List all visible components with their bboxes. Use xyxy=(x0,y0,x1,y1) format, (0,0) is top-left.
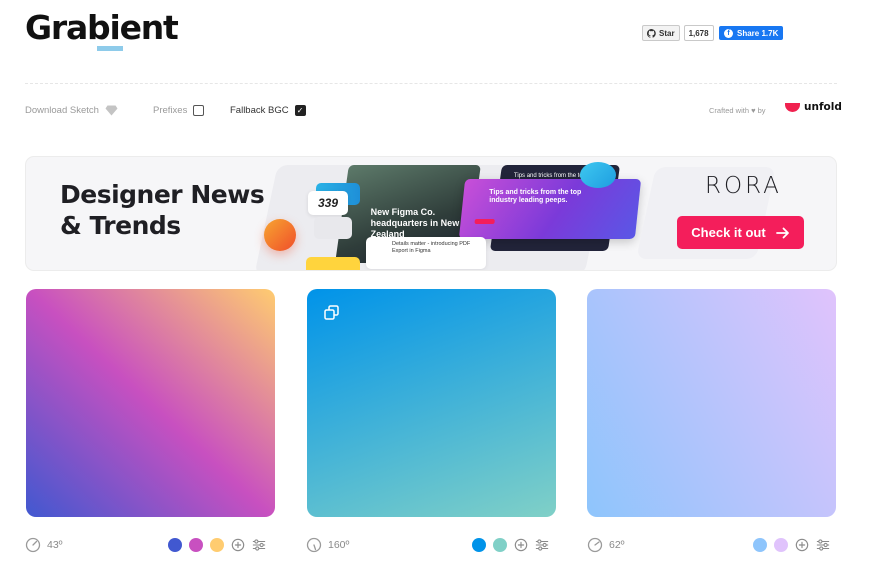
download-sketch-link[interactable]: Download Sketch xyxy=(25,103,118,117)
card-tools xyxy=(472,536,549,554)
angle-value: 62º xyxy=(609,539,625,551)
gradient-card[interactable] xyxy=(26,289,275,517)
angle-dial-icon xyxy=(25,537,41,553)
collage-card-text: Tips and tricks from the top industry le… xyxy=(489,189,582,204)
collage-card-tag xyxy=(474,219,495,224)
fallback-bgc-checkbox[interactable]: ✓ xyxy=(294,104,306,116)
crafted-with-text: Crafted with ♥ by xyxy=(709,105,766,115)
logo[interactable]: Grabient xyxy=(25,8,179,48)
color-swatch[interactable] xyxy=(493,538,507,552)
github-star-label: Star xyxy=(659,28,675,38)
banner-title-line-1: Designer News xyxy=(60,180,265,209)
copy-icon[interactable] xyxy=(324,305,339,320)
collage-gray-chip xyxy=(314,217,352,239)
gradient-card[interactable] xyxy=(587,289,836,517)
github-icon xyxy=(647,28,656,38)
banner-title: Designer News & Trends xyxy=(60,179,290,241)
chat-icon xyxy=(580,162,616,188)
color-swatch[interactable] xyxy=(168,538,182,552)
banner-title-line-2: & Trends xyxy=(60,211,181,240)
check-it-out-button[interactable]: Check it out xyxy=(677,216,804,249)
download-sketch-label: Download Sketch xyxy=(25,104,99,116)
fallback-bgc-toggle[interactable]: Fallback BGC ✓ xyxy=(230,103,306,117)
card-angle-control[interactable]: 160º xyxy=(306,536,349,554)
prefixes-label: Prefixes xyxy=(153,104,188,116)
facebook-share-label: Share 1.7K xyxy=(737,28,779,38)
angle-dial-icon xyxy=(306,537,322,553)
logo-underline xyxy=(97,46,123,51)
card-angle-control[interactable]: 43º xyxy=(25,536,63,554)
color-swatch[interactable] xyxy=(774,538,788,552)
color-swatch[interactable] xyxy=(472,538,486,552)
sliders-icon[interactable] xyxy=(252,538,266,552)
color-swatch[interactable] xyxy=(753,538,767,552)
bell-icon xyxy=(264,219,296,251)
plus-circle-icon[interactable] xyxy=(231,538,245,552)
ad-banner[interactable]: Designer News & Trends New Figma Co. hea… xyxy=(25,156,837,271)
unfold-link[interactable]: unfold xyxy=(785,101,842,113)
facebook-icon: f xyxy=(724,28,733,38)
collage-article-card: Details matter - introducing PDF Export … xyxy=(366,237,486,269)
collage-yellow-card xyxy=(306,257,360,270)
unfold-logo-icon xyxy=(785,102,800,112)
github-star-button[interactable]: Star xyxy=(642,25,680,41)
gradient-card[interactable] xyxy=(307,289,556,517)
rora-brand: RORA xyxy=(705,173,782,199)
collage-number-card: 339 xyxy=(308,191,348,215)
github-star-count[interactable]: 1,678 xyxy=(683,25,714,41)
prefixes-toggle[interactable]: Prefixes xyxy=(153,103,205,117)
check-it-out-label: Check it out xyxy=(691,225,766,240)
collage-purple-card: Tips and tricks from the top industry le… xyxy=(458,179,642,239)
sliders-icon[interactable] xyxy=(535,538,549,552)
diamond-icon xyxy=(105,105,118,115)
color-swatch[interactable] xyxy=(210,538,224,552)
collage-details-text: Details matter - introducing PDF Export … xyxy=(392,241,471,254)
arrow-right-icon xyxy=(775,227,789,238)
prefixes-checkbox[interactable] xyxy=(193,104,205,116)
card-tools xyxy=(753,536,830,554)
color-swatch[interactable] xyxy=(189,538,203,552)
fallback-bgc-label: Fallback BGC xyxy=(230,104,289,116)
plus-circle-icon[interactable] xyxy=(795,538,809,552)
github-star-widget[interactable]: Star 1,678 xyxy=(642,25,714,41)
sliders-icon[interactable] xyxy=(816,538,830,552)
unfold-label: unfold xyxy=(804,101,842,113)
header-divider xyxy=(25,83,837,84)
card-angle-control[interactable]: 62º xyxy=(587,536,625,554)
angle-value: 43º xyxy=(47,539,63,551)
angle-dial-icon xyxy=(587,537,603,553)
card-tools xyxy=(168,536,266,554)
facebook-share-button[interactable]: f Share 1.7K xyxy=(719,26,784,40)
angle-value: 160º xyxy=(328,539,350,551)
plus-circle-icon[interactable] xyxy=(514,538,528,552)
